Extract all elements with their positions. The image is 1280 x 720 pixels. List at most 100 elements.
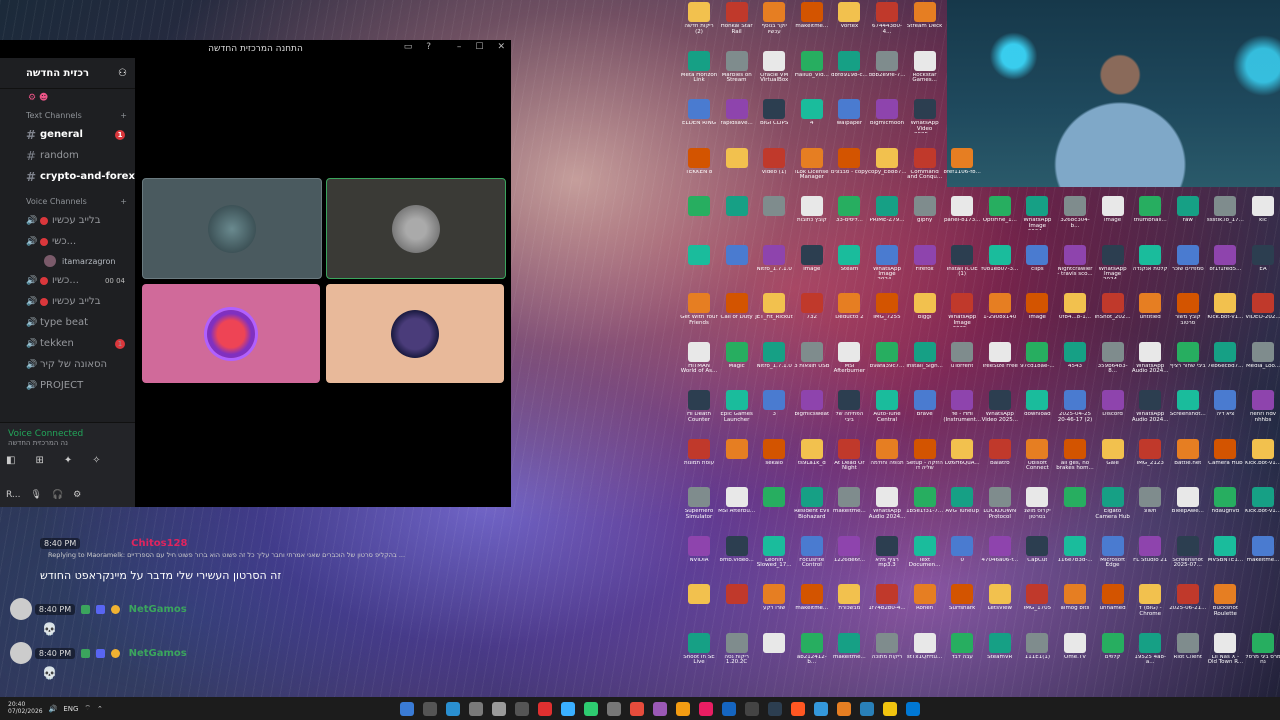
desktop-icon[interactable]: Kick.bot-v1...	[1244, 438, 1280, 473]
desktop-icon[interactable]: bigmicsweat	[793, 390, 831, 424]
desktop-icon[interactable]: 7eb6ec8d7...	[1206, 341, 1244, 376]
desktop-icon[interactable]: Buckshot Roulette	[1206, 584, 1244, 618]
desktop-icon[interactable]: d8f89198-c...	[830, 50, 868, 85]
text-channel-random[interactable]: # random	[0, 145, 135, 166]
desktop-icon[interactable]: stTx1QFrtu...	[906, 632, 944, 667]
desktop-icon[interactable]: Rockstar Games...	[906, 50, 944, 85]
desktop-icon[interactable]: 732	[793, 293, 831, 327]
desktop-icon[interactable]: VIDEO-202...	[1244, 293, 1280, 327]
desktop-icon[interactable]: ליסים-33...	[830, 196, 868, 230]
desktop-icon[interactable]: 4543	[1056, 341, 1094, 376]
desktop-icon[interactable]: ריקות נסה 1.20.2C	[718, 632, 756, 667]
taskbar-app-icon[interactable]	[515, 701, 529, 716]
participant-tile-3[interactable]	[142, 284, 320, 383]
wifi-icon[interactable]: ⌔	[84, 704, 91, 713]
desktop-icon[interactable]: JET_Fit_Rickutto_p...	[755, 293, 793, 327]
desktop-icon[interactable]: Install_Sign...	[906, 341, 944, 376]
desktop-icon[interactable]: Discord	[1094, 390, 1132, 424]
desktop-icon[interactable]: 1-2908x140	[981, 293, 1019, 327]
desktop-icon[interactable]: Call of Duty	[718, 293, 756, 327]
desktop-icon[interactable]: raw	[1169, 196, 1207, 230]
desktop-icon[interactable]: sekaio	[755, 438, 793, 473]
desktop-icon[interactable]: Ubisoft Connect	[1018, 438, 1056, 473]
desktop-icon[interactable]: WhatsApp Audio 2024...	[868, 487, 906, 521]
desktop-icon[interactable]: MSI Afterbu...	[718, 487, 756, 521]
desktop-icon[interactable]: 4	[793, 99, 831, 133]
voice-channel[interactable]: 🔊 type beat	[0, 312, 135, 333]
close-button[interactable]: ✕	[497, 42, 505, 52]
desktop-icon[interactable]: Leonin Slowed_17...	[755, 535, 793, 570]
desktop-icon[interactable]: TEKKEN 8	[680, 147, 718, 182]
desktop-icon[interactable]: IMG_7255	[868, 293, 906, 327]
desktop-icon[interactable]: Kick.bot-v1...	[1244, 487, 1280, 521]
desktop-icon[interactable]: Microsoft Edge	[1094, 535, 1132, 570]
server-header[interactable]: רכזית החדשה ⚇	[0, 58, 135, 89]
desktop-icon[interactable]: Kick.bot-v1...	[1206, 293, 1244, 327]
participant-tile-2[interactable]	[326, 178, 506, 279]
language-indicator[interactable]: ENG	[63, 705, 78, 713]
desktop-icon[interactable]: panel-8173...	[943, 196, 981, 230]
desktop-icon[interactable]: HITMAN World of As...	[680, 341, 718, 376]
user-name[interactable]: R...	[6, 490, 21, 500]
desktop-icon[interactable]: עוסת תמונות	[680, 438, 718, 473]
desktop-icon[interactable]: 359b6483-8...	[1094, 341, 1132, 376]
voice-connected-channel[interactable]: נה המרכזית החדשה	[0, 439, 135, 447]
screen-share-icon[interactable]: ⊞	[35, 455, 43, 466]
voice-channel[interactable]: 🔊 כשיו... 00 04	[0, 270, 135, 291]
taskbar-app-icon[interactable]	[837, 701, 851, 716]
participant-tile-4[interactable]	[326, 284, 504, 383]
taskbar-app-icon[interactable]	[791, 701, 805, 716]
voice-channel[interactable]: 🔊 tekken 1	[0, 333, 135, 354]
desktop-icon[interactable]: קלפים	[1094, 632, 1132, 667]
desktop-icon[interactable]	[680, 196, 718, 230]
desktop-icon[interactable]: תנופה וחולמה	[868, 438, 906, 473]
desktop-icon[interactable]: Nitro_1.7.1.0	[755, 341, 793, 376]
minimize-button[interactable]: –	[457, 42, 462, 52]
desktop-icon[interactable]: IMG_1705	[1018, 584, 1056, 618]
desktop-icon[interactable]: At Dead Or Night	[830, 438, 868, 473]
desktop-icon[interactable]: Bigmicmoon	[868, 99, 906, 133]
desktop-icon[interactable]: ריקות מתוכה	[868, 632, 906, 667]
desktop-icon[interactable]: BleepAwe...	[1169, 487, 1207, 521]
desktop-icon[interactable]: PRIME-Z79...	[868, 196, 906, 230]
desktop-icon[interactable]: Vortex	[830, 2, 868, 36]
desktop-icon[interactable]: Brave	[906, 390, 944, 424]
taskbar-app-icon[interactable]	[883, 701, 897, 716]
desktop-icon[interactable]: video (1)	[755, 147, 793, 182]
participant-tile-1[interactable]	[142, 178, 322, 279]
desktop-icon[interactable]: הפתיחה של ביבי	[830, 390, 868, 424]
desktop-icon[interactable]: 1226de6f...	[830, 535, 868, 570]
desktop-icon[interactable]: Focusrite Control	[793, 535, 831, 570]
text-channel-general[interactable]: # general 1	[0, 124, 135, 145]
tray-chevron-icon[interactable]: ⌃	[97, 705, 103, 713]
desktop-icon[interactable]: NVIDIA	[680, 535, 718, 570]
desktop-icon[interactable]: ציא דיה	[1206, 390, 1244, 424]
desktop-icon[interactable]: 97cd18ae-...	[1018, 341, 1056, 376]
taskbar-app-icon[interactable]	[538, 701, 552, 716]
desktop-icon[interactable]: 19525 4a8-a...	[1131, 632, 1169, 667]
desktop-icon[interactable]: SteamVR	[981, 632, 1019, 667]
volume-icon[interactable]: 🔊	[49, 705, 58, 713]
desktop-icon[interactable]: Dz6H6QuA...	[943, 438, 981, 473]
desktop-icon[interactable]: Hailuo_Vid...	[793, 50, 831, 85]
desktop-icon[interactable]: Surfshark	[943, 584, 981, 618]
desktop-icon[interactable]: Y (BIG) - Chrome	[1131, 584, 1169, 618]
desktop-icon[interactable]: unnamed	[1094, 584, 1132, 618]
desktop-icon[interactable]	[755, 632, 793, 667]
desktop-icon[interactable]: Nitro_1.7.1.0	[755, 244, 793, 279]
desktop-icon[interactable]: TreeSize Free	[981, 341, 1019, 376]
help-icon[interactable]: ?	[426, 42, 431, 52]
desktop-icon[interactable]: יוקר בנוסף עכשיו	[755, 2, 793, 36]
desktop-icon[interactable]: Elgato Camera Hub	[1094, 487, 1132, 521]
taskbar-app-icon[interactable]	[699, 701, 713, 716]
desktop-icon[interactable]: 0f84...8-1...	[1056, 293, 1094, 327]
desktop-icon[interactable]: makeitme...	[793, 584, 831, 618]
desktop-icon[interactable]: תוצאות 3 USB	[793, 341, 831, 376]
taskbar-app-icon[interactable]	[423, 701, 437, 716]
desktop-icon[interactable]: makeitme...	[830, 632, 868, 667]
taskbar-app-icon[interactable]	[814, 701, 828, 716]
voice-channel[interactable]: 🔊 בלייב עכשיו	[0, 291, 135, 312]
desktop-icon[interactable]: Balatro	[981, 438, 1019, 473]
desktop-icon[interactable]: Gale	[1094, 438, 1132, 473]
desktop-icon[interactable]: copy_E8887...	[868, 147, 906, 182]
